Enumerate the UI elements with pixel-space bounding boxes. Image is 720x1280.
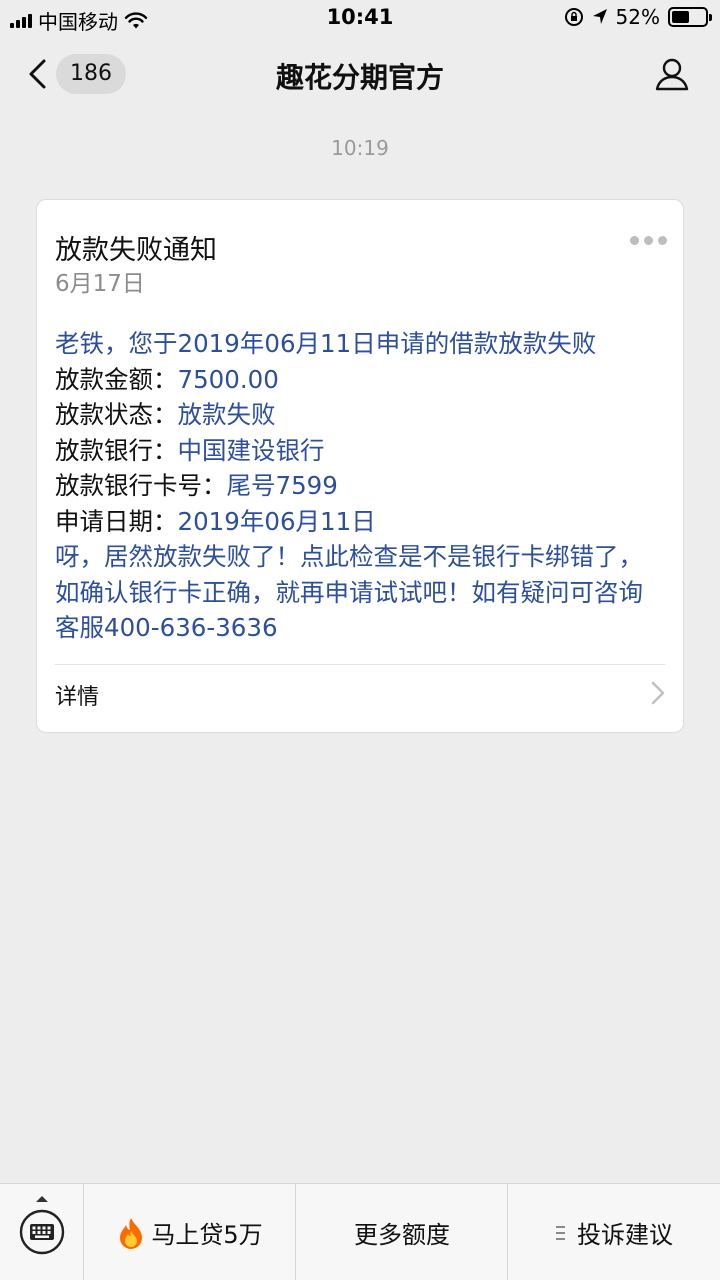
battery-icon (668, 7, 712, 27)
row-value: 7500.00 (177, 364, 279, 394)
card-row: 放款银行卡号：尾号7599 (55, 468, 655, 504)
card-title: 放款失败通知 (55, 235, 217, 266)
notification-card[interactable]: 放款失败通知 6月17日 老铁，您于2019年06月11日申请的借款放款失败 放… (36, 199, 684, 733)
menu-loan-label: 马上贷5万 (151, 1221, 263, 1249)
row-label: 放款银行卡号： (55, 471, 227, 500)
orientation-lock-icon (564, 8, 583, 26)
status-right: 52% (564, 5, 712, 29)
menu-complaint-button[interactable]: 投诉建议 (509, 1184, 720, 1280)
profile-icon[interactable] (654, 56, 690, 92)
caret-up-icon (36, 1196, 48, 1202)
menu-more-credit-label: 更多额度 (354, 1221, 450, 1249)
row-value: 放款失败 (177, 400, 276, 429)
menu-loan-button[interactable]: 马上贷5万 (85, 1184, 296, 1280)
row-value: 尾号7599 (226, 471, 338, 500)
row-label: 放款状态： (55, 400, 178, 429)
detail-label: 详情 (55, 685, 100, 710)
row-label: 申请日期： (55, 506, 178, 536)
keyboard-toggle-button[interactable] (0, 1184, 84, 1280)
battery-fill (672, 11, 689, 23)
menu-more-credit-button[interactable]: 更多额度 (297, 1184, 508, 1280)
card-row: 放款状态：放款失败 (55, 397, 655, 433)
nav-bar: 186 趣花分期官方 (0, 44, 720, 104)
row-value: 2019年06月11日 (177, 506, 376, 536)
detail-link[interactable]: 详情 (37, 665, 683, 733)
card-remark: 呀，居然放款失败了！点此检查是不是银行卡绑错了，如确认银行卡正确，就再申请试试吧… (55, 542, 643, 642)
keyboard-icon (19, 1209, 65, 1255)
row-label: 放款金额： (55, 364, 178, 394)
fire-icon (117, 1217, 145, 1249)
status-bar: 中国移动 10:41 52% (0, 0, 720, 36)
card-date: 6月17日 (55, 271, 145, 297)
chevron-right-icon (651, 681, 665, 705)
card-row: 放款银行：中国建设银行 (55, 433, 655, 469)
row-label: 放款银行： (55, 435, 178, 465)
more-icon[interactable] (630, 236, 667, 245)
card-row: 放款金额：7500.00 (55, 362, 655, 398)
card-body: 老铁，您于2019年06月11日申请的借款放款失败 放款金额：7500.00 放… (55, 326, 655, 646)
page-title: 趣花分期官方 (275, 61, 444, 94)
card-row: 申请日期：2019年06月11日 (55, 504, 655, 540)
menu-complaint-label: 投诉建议 (577, 1221, 673, 1249)
row-value: 中国建设银行 (177, 435, 325, 465)
card-greeting: 老铁，您于2019年06月11日申请的借款放款失败 (55, 329, 597, 358)
list-icon (556, 1225, 565, 1240)
battery-percent: 52% (615, 5, 660, 29)
bottom-menu-bar: 马上贷5万 更多额度 投诉建议 (0, 1183, 720, 1280)
location-icon (592, 9, 607, 24)
message-timestamp: 10:19 (331, 136, 389, 160)
